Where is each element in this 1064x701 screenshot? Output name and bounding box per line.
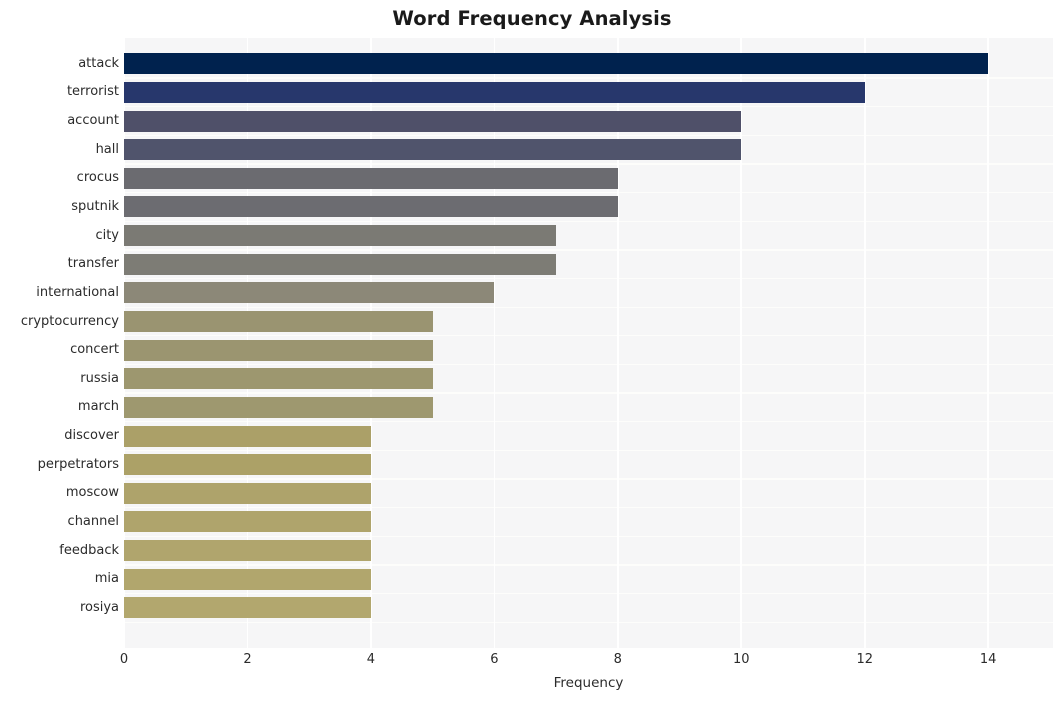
y-tick-moscow: moscow [65,485,119,501]
bar-transfer [124,253,557,275]
x-tick-4: 4 [366,652,376,667]
y-tick-international: international [36,284,119,300]
gridline-row-11 [124,392,1053,394]
gridline-row-19 [124,621,1053,623]
y-tick-feedback: feedback [59,542,119,558]
gridline-row-3 [124,163,1053,165]
x-tick-14: 14 [979,652,997,667]
y-tick-cryptocurrency: cryptocurrency [20,313,119,329]
y-tick-transfer: transfer [67,256,119,272]
x-tick-6: 6 [490,652,499,667]
y-tick-channel: channel [67,513,119,529]
y-tick-account: account [67,113,119,129]
gridline-row-6 [124,249,1053,251]
y-tick-attack: attack [78,55,119,71]
bar-discover [124,425,371,447]
gridline-row-17 [124,564,1053,566]
gridline-row-5 [124,220,1053,222]
bar-city [124,225,557,247]
bar-crocus [124,167,618,189]
y-tick-perpetrators: perpetrators [37,456,119,472]
gridline-row-2 [124,134,1053,137]
gridline-row-16 [124,535,1053,537]
y-tick-discover: discover [64,428,119,444]
gridline-row-18 [124,592,1053,595]
y-tick-russia: russia [80,370,119,386]
gridline-row-8 [124,306,1053,308]
y-tick-mia: mia [94,571,119,587]
y-tick-crocus: crocus [76,170,119,186]
x-tick-8: 8 [613,652,622,667]
gridline-row-7 [124,277,1053,280]
bar-channel [124,511,371,533]
gridline-row-4 [124,191,1053,194]
x-tick-10: 10 [732,652,750,667]
gridline-row-12 [124,421,1053,423]
bar-concert [124,339,433,361]
bar-perpetrators [124,454,371,476]
y-tick-sputnik: sputnik [71,198,119,214]
y-tick-terrorist: terrorist [66,84,119,100]
bar-march [124,396,433,418]
gridline-row-10 [124,363,1053,366]
y-tick-city: city [95,227,119,243]
bar-hall [124,139,742,161]
bar-international [124,282,495,304]
bar-rosiya [124,597,371,619]
gridline-row-13 [124,449,1053,452]
bar-terrorist [124,81,865,103]
page-title: Word Frequency Analysis [392,7,672,30]
y-tick-concert: concert [70,342,119,358]
bar-feedback [124,540,371,562]
gridline-row-1 [124,106,1053,108]
x-tick-12: 12 [856,652,873,667]
gridline-row-15 [124,507,1053,509]
plot-area [124,38,1053,648]
bar-mia [124,568,371,590]
gridline-row-9 [124,335,1053,337]
bar-attack [124,53,989,75]
bar-account [124,110,742,132]
y-tick-march: march [77,399,119,415]
x-axis-label: Frequency [553,675,624,691]
gridline-x-12 [863,38,866,648]
y-tick-rosiya: rosiya [79,599,119,615]
x-tick-2: 2 [243,652,252,667]
x-tick-0: 0 [119,652,129,667]
bar-sputnik [124,196,618,218]
y-tick-hall: hall [95,141,119,157]
gridline-row-14 [124,478,1053,480]
gridline-row-0 [124,77,1053,79]
gridline-x-14 [987,38,989,648]
bar-russia [124,368,433,390]
bar-cryptocurrency [124,311,433,333]
bar-moscow [124,482,371,504]
chart-figure: Word Frequency Analysis attack terrorist a… [0,0,1064,701]
